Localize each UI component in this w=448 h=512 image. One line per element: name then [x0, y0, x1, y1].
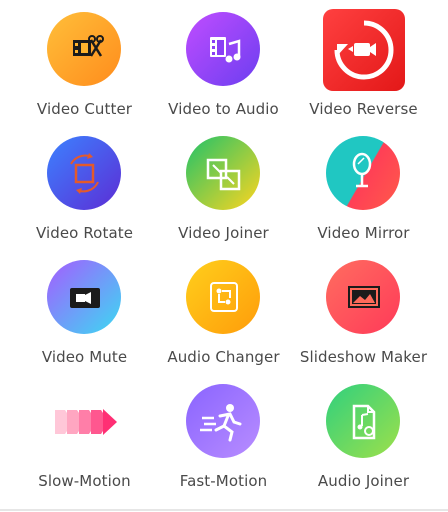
tool-slideshow-maker[interactable]: Slideshow Maker — [289, 258, 438, 382]
tool-label: Slideshow Maker — [299, 348, 428, 366]
tool-slow-motion[interactable]: Slow-Motion — [10, 382, 159, 506]
tool-label: Video Cutter — [36, 100, 133, 118]
video-reverse-icon — [322, 9, 405, 91]
video-mirror-icon — [324, 134, 404, 214]
tool-video-to-audio[interactable]: Video to Audio — [149, 10, 298, 134]
slideshow-maker-icon — [324, 258, 404, 338]
tool-audio-joiner[interactable]: Audio Joiner — [289, 382, 438, 506]
tool-video-reverse[interactable]: Video Reverse — [289, 9, 438, 134]
tool-video-joiner[interactable]: Video Joiner — [149, 134, 298, 258]
tool-label: Video Rotate — [35, 224, 134, 242]
tool-label: Video Mute — [41, 348, 128, 366]
tool-video-cutter[interactable]: Video Cutter — [10, 10, 159, 134]
tool-label: Video to Audio — [168, 100, 279, 118]
tool-video-rotate[interactable]: Video Rotate — [10, 134, 159, 258]
video-joiner-icon — [184, 134, 264, 214]
tool-label: Video Joiner — [178, 224, 269, 242]
slow-motion-icon — [45, 382, 125, 462]
audio-changer-icon — [184, 258, 264, 338]
video-cutter-icon — [45, 10, 125, 90]
tool-label: Slow-Motion — [38, 472, 131, 490]
tool-audio-changer[interactable]: Audio Changer — [149, 258, 298, 382]
tool-label: Video Mirror — [317, 224, 410, 242]
video-rotate-icon — [45, 134, 125, 214]
tool-label: Fast-Motion — [179, 472, 268, 490]
video-to-audio-icon — [184, 10, 264, 90]
tools-grid: Video Cutter Video to Audio Video Revers… — [0, 0, 448, 512]
tool-video-mirror[interactable]: Video Mirror — [289, 134, 438, 258]
tool-label: Audio Changer — [167, 348, 280, 366]
audio-joiner-icon — [324, 382, 404, 462]
video-mute-icon — [45, 258, 125, 338]
tool-video-mute[interactable]: Video Mute — [10, 258, 159, 382]
tool-label: Video Reverse — [309, 100, 418, 118]
tool-fast-motion[interactable]: Fast-Motion — [149, 382, 298, 506]
bottom-divider — [0, 509, 448, 511]
tool-label: Audio Joiner — [317, 472, 410, 490]
fast-motion-icon — [184, 382, 264, 462]
